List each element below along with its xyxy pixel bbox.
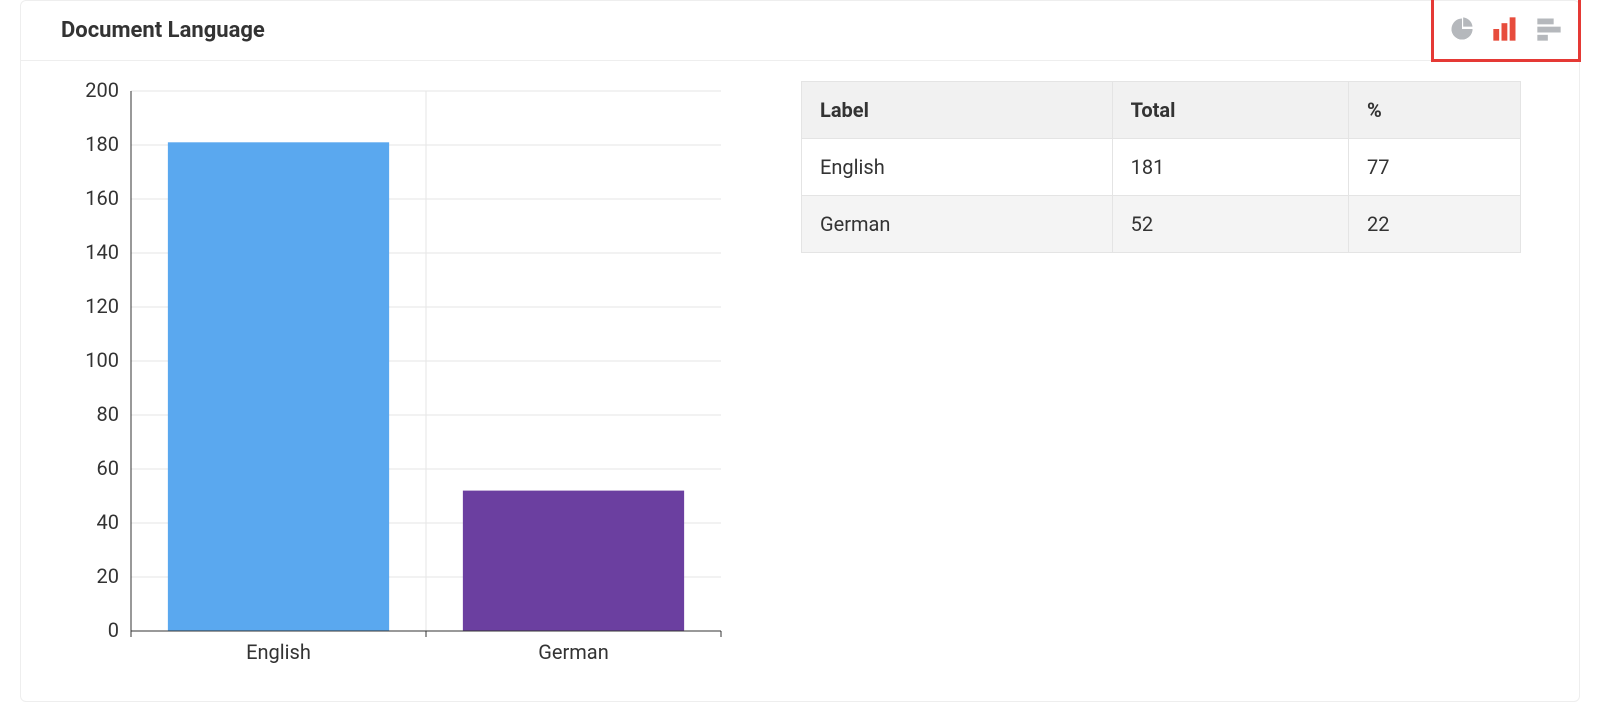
svg-text:160: 160 xyxy=(85,186,119,210)
cell-percent: 77 xyxy=(1349,139,1521,196)
data-table: Label Total % English 181 77 German 52 2… xyxy=(801,81,1521,253)
cell-label: English xyxy=(802,139,1113,196)
panel-header: Document Language xyxy=(21,1,1579,61)
col-total: Total xyxy=(1112,82,1348,139)
table-row: English 181 77 xyxy=(802,139,1521,196)
bar-chart-svg: 0 20 40 60 80 100 120 140 160 180 200 English German xyxy=(61,81,741,681)
chart-type-switcher xyxy=(1431,0,1581,62)
svg-text:80: 80 xyxy=(97,402,119,426)
col-percent: % xyxy=(1349,82,1521,139)
col-label: Label xyxy=(802,82,1113,139)
svg-text:60: 60 xyxy=(97,456,119,480)
table-row: German 52 22 xyxy=(802,196,1521,253)
svg-text:100: 100 xyxy=(85,348,119,372)
document-language-panel: Document Language xyxy=(20,0,1580,702)
cell-percent: 22 xyxy=(1349,196,1521,253)
panel-title: Document Language xyxy=(61,18,265,43)
svg-text:140: 140 xyxy=(85,240,119,264)
bar-chart-icon[interactable] xyxy=(1490,15,1520,43)
panel-body: 020406080100120140160180200EnglishGerman… xyxy=(21,61,1579,701)
svg-text:200: 200 xyxy=(85,81,119,102)
horizontal-bar-chart-icon[interactable] xyxy=(1534,15,1564,43)
svg-text:120: 120 xyxy=(85,294,119,318)
svg-text:German: German xyxy=(538,640,608,664)
cell-total: 52 xyxy=(1112,196,1348,253)
svg-text:180: 180 xyxy=(85,132,119,156)
bar-chart: 0 20 40 60 80 100 120 140 160 180 200 English German xyxy=(61,81,741,681)
table-header-row: Label Total % xyxy=(802,82,1521,139)
pie-chart-icon[interactable] xyxy=(1448,15,1476,43)
svg-text:20: 20 xyxy=(97,564,119,588)
svg-text:English: English xyxy=(246,640,311,664)
svg-text:40: 40 xyxy=(97,510,119,534)
cell-label: German xyxy=(802,196,1113,253)
svg-text:0: 0 xyxy=(108,618,119,642)
cell-total: 181 xyxy=(1112,139,1348,196)
